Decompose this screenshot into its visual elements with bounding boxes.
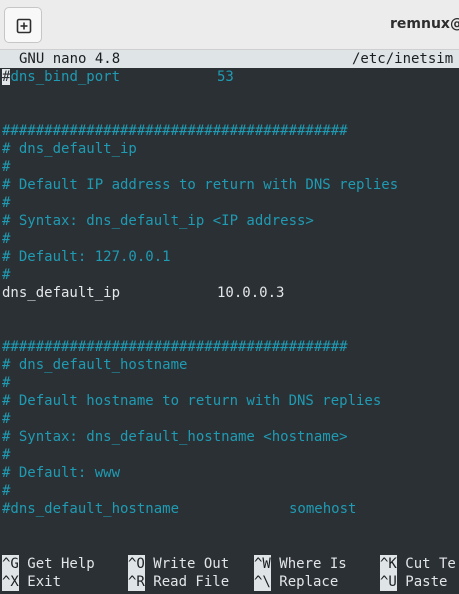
shortcut-key: ^\	[254, 573, 271, 591]
config-line: # Syntax: dns_default_hostname <hostname…	[2, 429, 348, 445]
config-line: #	[2, 267, 11, 283]
config-line: #dns_default_hostname somehost	[2, 500, 356, 518]
config-line: ########################################…	[2, 339, 348, 355]
config-line: # Default: 127.0.0.1	[2, 249, 171, 265]
config-value: 10.0.0.3	[217, 285, 285, 301]
shortcut-label: Read File	[153, 574, 230, 590]
config-line: #	[2, 411, 11, 427]
shortcut-where-is[interactable]: ^W Where Is	[254, 555, 347, 573]
config-line: #	[2, 231, 11, 247]
terminal-area[interactable]: GNU nano 4.8 /etc/inetsim #dns_bind_port…	[0, 50, 459, 594]
shortcut-key: ^R	[128, 573, 145, 591]
shortcut-label: Write Out	[153, 556, 230, 572]
config-line: # Syntax: dns_default_ip <IP address>	[2, 213, 314, 229]
shortcut-key: ^G	[2, 555, 19, 573]
config-line: # dns_default_ip	[2, 141, 137, 157]
shortcut-key: ^U	[380, 573, 397, 591]
config-line: #	[2, 159, 11, 175]
shortcut-key: ^X	[2, 573, 19, 591]
config-value: 53	[217, 69, 234, 85]
shortcut-key: ^W	[254, 555, 271, 573]
new-tab-button[interactable]	[4, 7, 42, 43]
shortcut-replace[interactable]: ^\ Replace	[254, 573, 338, 591]
terminal-window: remnux@r GNU nano 4.8 /etc/inetsim #dns_…	[0, 0, 459, 594]
nano-header-bar: GNU nano 4.8 /etc/inetsim	[0, 50, 459, 68]
config-line: #	[2, 195, 11, 211]
shortcut-label: Get Help	[27, 556, 95, 572]
shortcut-exit[interactable]: ^X Exit	[2, 573, 61, 591]
config-line: ########################################…	[2, 123, 348, 139]
config-line: dns_default_ip 10.0.0.3	[2, 284, 284, 302]
config-line: # dns_default_hostname	[2, 357, 188, 373]
shortcut-label: Replace	[279, 574, 339, 590]
window-title: remnux@r	[390, 16, 459, 32]
shortcut-key: ^O	[128, 555, 145, 573]
shortcut-paste[interactable]: ^U Paste	[380, 573, 447, 591]
shortcut-label: Where Is	[279, 556, 347, 572]
config-key: #dns_bind_port	[2, 69, 121, 85]
config-key: #dns_default_hostname	[2, 501, 180, 517]
shortcut-label: Exit	[27, 574, 61, 590]
config-line: # Default: www	[2, 465, 121, 481]
shortcut-read-file[interactable]: ^R Read File	[128, 573, 229, 591]
new-tab-icon	[16, 18, 32, 34]
shortcut-label: Paste	[405, 574, 448, 590]
title-bar: remnux@r	[0, 0, 459, 50]
config-line: #	[2, 375, 11, 391]
shortcut-get-help[interactable]: ^G Get Help	[2, 555, 95, 573]
config-line: #dns_bind_port 53	[2, 68, 234, 86]
config-line: #	[2, 483, 11, 499]
config-key: dns_default_ip	[2, 285, 121, 301]
shortcut-write-out[interactable]: ^O Write Out	[128, 555, 229, 573]
nano-version: GNU nano 4.8	[19, 51, 121, 67]
config-line: #	[2, 447, 11, 463]
file-name: /etc/inetsim	[352, 51, 454, 67]
config-line: # Default IP address to return with DNS …	[2, 177, 399, 193]
config-line: # Default hostname to return with DNS re…	[2, 393, 382, 409]
shortcut-label: Cut Te	[405, 556, 456, 572]
cursor-char: #	[2, 69, 11, 85]
shortcut-key: ^K	[380, 555, 397, 573]
shortcut-cut-text[interactable]: ^K Cut Te	[380, 555, 456, 573]
config-value: somehost	[289, 501, 357, 517]
